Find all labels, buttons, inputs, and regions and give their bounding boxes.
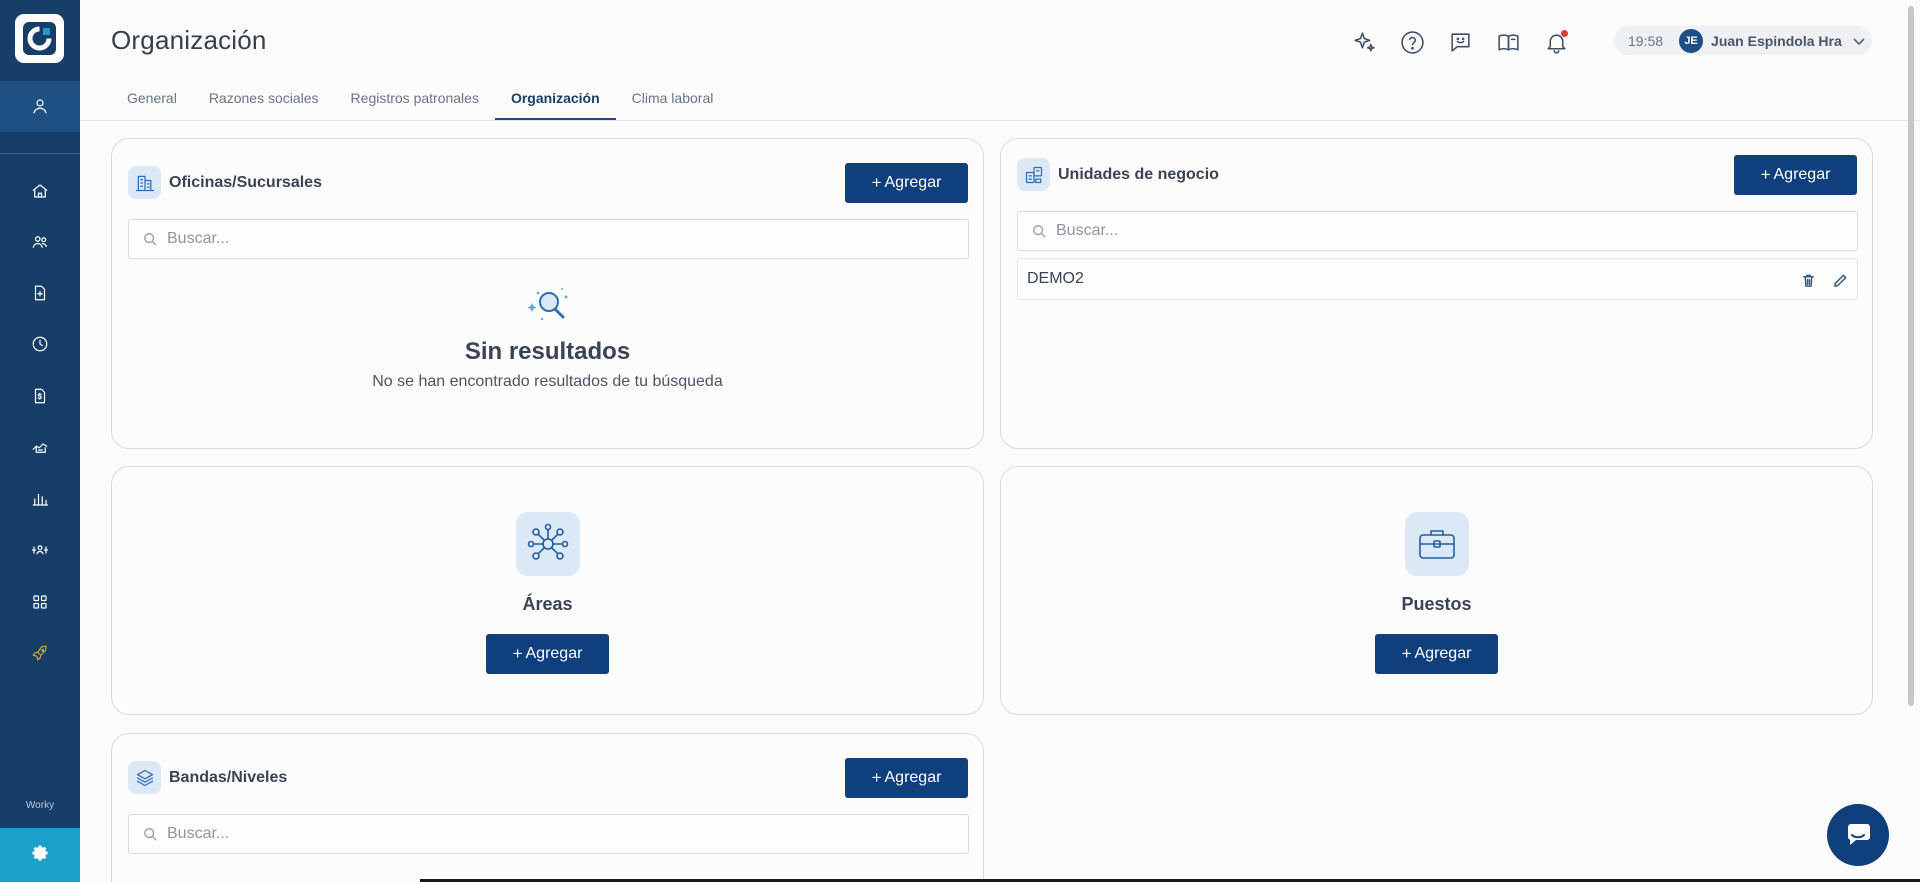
bell-icon[interactable] xyxy=(1542,28,1570,56)
areas-card: Áreas + Agregar xyxy=(111,466,984,715)
add-area-button[interactable]: + Agregar xyxy=(486,634,609,674)
search-icon xyxy=(144,828,157,841)
positions-card: Puestos + Agregar xyxy=(1000,466,1873,715)
building-icon xyxy=(128,166,161,199)
handshake-icon[interactable] xyxy=(28,435,52,459)
app-logo[interactable] xyxy=(15,14,64,63)
bands-search-input[interactable] xyxy=(167,825,923,843)
empty-state-subtitle: No se han encontrado resultados de tu bú… xyxy=(372,373,723,390)
business-units-search[interactable] xyxy=(1017,211,1858,251)
page-title: Organización xyxy=(111,25,267,55)
clock-time: 19:58 xyxy=(1628,32,1664,49)
add-office-button[interactable]: + Agregar xyxy=(845,163,968,203)
add-position-label: Agregar xyxy=(1414,645,1472,662)
add-position-button[interactable]: + Agregar xyxy=(1375,634,1498,674)
add-band-label: Agregar xyxy=(884,769,942,786)
business-unit-name: DEMO2 xyxy=(1027,270,1084,287)
business-units-icon xyxy=(1017,158,1050,191)
help-icon[interactable] xyxy=(1398,28,1426,56)
team-icon[interactable] xyxy=(28,538,52,562)
page-scrollbar[interactable] xyxy=(1908,6,1914,706)
home-icon[interactable] xyxy=(28,179,52,203)
sparkles-icon[interactable] xyxy=(1350,28,1378,56)
business-units-card: Unidades de negocio +Agregar DEMO2 xyxy=(1000,138,1873,449)
sidebar-divider xyxy=(0,153,80,154)
trash-icon[interactable] xyxy=(1799,271,1817,289)
bar-chart-icon[interactable] xyxy=(28,487,52,511)
plus-icon: + xyxy=(1401,644,1412,663)
feedback-icon[interactable] xyxy=(1446,28,1474,56)
no-results-search-icon xyxy=(522,285,574,329)
sidebar: Worky xyxy=(0,0,80,882)
add-area-label: Agregar xyxy=(525,645,583,662)
briefcase-icon xyxy=(1405,512,1469,576)
plus-icon: + xyxy=(871,768,882,787)
chat-icon xyxy=(1843,818,1873,853)
search-icon xyxy=(144,233,157,246)
layers-icon xyxy=(128,761,161,794)
users-icon[interactable] xyxy=(28,230,52,254)
chat-button[interactable] xyxy=(1827,804,1889,866)
payroll-icon[interactable] xyxy=(28,384,52,408)
plus-icon: + xyxy=(871,173,882,192)
book-icon[interactable] xyxy=(1494,28,1522,56)
plus-icon: + xyxy=(1760,165,1771,184)
add-business-unit-label: Agregar xyxy=(1773,166,1831,183)
pencil-icon[interactable] xyxy=(1831,271,1849,289)
offices-search[interactable] xyxy=(128,219,969,259)
plus-icon: + xyxy=(512,644,523,663)
user-menu[interactable]: 19:58 JE Juan Espindola Hra xyxy=(1614,26,1872,55)
tabs-divider xyxy=(80,120,1920,121)
rocket-icon[interactable] xyxy=(28,641,52,665)
notification-badge xyxy=(1561,30,1568,37)
areas-title: Áreas xyxy=(522,594,573,614)
add-band-button[interactable]: + Agregar xyxy=(845,758,968,798)
list-item[interactable]: DEMO2 xyxy=(1017,258,1858,300)
empty-state-title: Sin resultados xyxy=(464,338,631,365)
network-icon xyxy=(516,512,580,576)
apps-grid-icon[interactable] xyxy=(28,590,52,614)
clock-icon[interactable] xyxy=(28,332,52,356)
tab-general[interactable]: General xyxy=(111,86,193,120)
sidebar-brand-label: Worky xyxy=(25,800,55,811)
user-name: Juan Espindola Hra xyxy=(1711,32,1842,49)
positions-title: Puestos xyxy=(1401,594,1472,614)
business-units-title: Unidades de negocio xyxy=(1058,166,1219,183)
offices-search-input[interactable] xyxy=(167,230,923,248)
business-units-search-input[interactable] xyxy=(1056,222,1812,240)
add-office-label: Agregar xyxy=(884,174,942,191)
chevron-down-icon xyxy=(1852,34,1866,48)
tab-razones-sociales[interactable]: Razones sociales xyxy=(193,86,335,120)
bands-search[interactable] xyxy=(128,814,969,854)
offices-card: Oficinas/Sucursales +Agregar Sin resulta… xyxy=(111,138,984,449)
tab-registros-patronales[interactable]: Registros patronales xyxy=(335,86,495,120)
tab-bar: General Razones sociales Registros patro… xyxy=(111,86,729,120)
gear-icon xyxy=(31,844,49,867)
sidebar-item-profile[interactable] xyxy=(0,81,80,132)
tab-organizacion[interactable]: Organización xyxy=(494,86,616,120)
offices-title: Oficinas/Sucursales xyxy=(169,174,322,191)
bands-card: Bandas/Niveles + Agregar xyxy=(111,733,984,882)
logo-mark-icon xyxy=(23,22,56,55)
avatar: JE xyxy=(1679,28,1704,53)
document-add-icon[interactable] xyxy=(28,281,52,305)
sidebar-item-settings[interactable] xyxy=(0,828,80,882)
user-icon xyxy=(28,94,52,118)
tab-clima-laboral[interactable]: Clima laboral xyxy=(616,86,730,120)
bands-title: Bandas/Niveles xyxy=(169,769,288,786)
add-business-unit-button[interactable]: + Agregar xyxy=(1734,155,1857,195)
search-icon xyxy=(1033,225,1046,238)
